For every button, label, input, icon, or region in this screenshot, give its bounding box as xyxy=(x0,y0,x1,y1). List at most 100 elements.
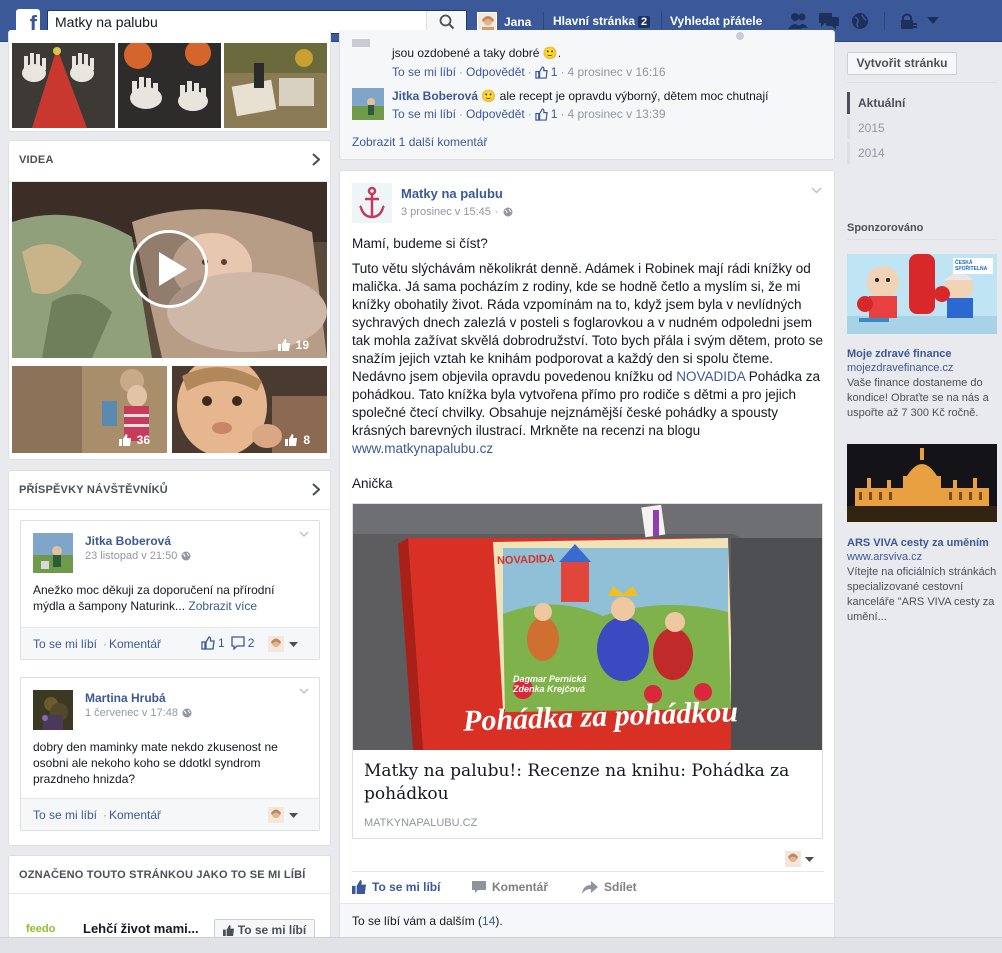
thumbs-up-icon xyxy=(352,880,366,894)
author-name[interactable]: Jitka Boberová xyxy=(85,534,171,548)
comment-date[interactable]: 4 prosinec v 13:39 xyxy=(567,107,665,121)
friend-requests-icon[interactable] xyxy=(787,11,809,31)
viewer-avatar[interactable] xyxy=(268,807,284,823)
post-date[interactable]: 23 listopad v 21:50 xyxy=(85,550,191,562)
comment-date[interactable]: 4 prosinec v 16:16 xyxy=(567,65,665,79)
sponsored-header: Sponzorováno xyxy=(847,222,924,234)
create-page-button[interactable]: Vytvořit stránku xyxy=(847,52,957,75)
post-date[interactable]: 3 prosinec v 15:45 · xyxy=(401,206,513,218)
post-date-text: 1 červenec v 17:48 xyxy=(85,707,178,719)
ad-title[interactable]: ARS VIVA cesty za uměním xyxy=(847,537,989,549)
divider xyxy=(847,239,997,240)
author-avatar[interactable] xyxy=(33,690,73,730)
comment-text: jsou ozdobené a taky dobré 🙂. xyxy=(392,46,562,60)
settings-dropdown-icon[interactable] xyxy=(927,17,939,25)
ad-url[interactable]: www.arsviva.cz xyxy=(847,551,922,563)
timeline-year-2014[interactable]: 2014 xyxy=(847,142,997,164)
video-main-thumbnail[interactable]: 19 xyxy=(12,182,327,358)
chevron-down-icon[interactable] xyxy=(299,688,309,695)
post-date-text: 3 prosinec v 15:45 xyxy=(401,206,491,218)
book-author-label: Dagmar Pernická xyxy=(513,674,587,684)
visitor-post: Martina Hrubá 1 červenec v 17:48 dobry d… xyxy=(20,677,320,831)
post-date[interactable]: 1 červenec v 17:48 xyxy=(85,707,192,719)
photo-handprints-pumpkin[interactable] xyxy=(118,43,221,128)
nav-separator xyxy=(661,12,662,30)
video-thumbnail-1[interactable]: 36 xyxy=(12,366,167,453)
ad-parliament-night-image xyxy=(847,444,997,522)
comment-link[interactable]: Komentář xyxy=(109,808,161,822)
comment-like-count[interactable]: 1 xyxy=(551,65,558,79)
author-avatar[interactable] xyxy=(33,533,73,573)
post-like-button[interactable]: To se mi líbí xyxy=(352,880,440,894)
caret-down-icon[interactable] xyxy=(289,813,298,818)
novadida-link[interactable]: NOVADIDA xyxy=(676,369,745,384)
chevron-right-icon[interactable] xyxy=(312,153,320,166)
video-like-count: 36 xyxy=(118,433,150,447)
post-author[interactable]: Matky na palubu xyxy=(401,186,503,201)
comment-reply-link[interactable]: Odpovědět xyxy=(466,107,525,121)
photo-handprints-tree[interactable] xyxy=(12,43,115,128)
chevron-down-icon[interactable] xyxy=(299,531,309,538)
ad-brand-logo: ČESKÁ SPOŘITELNA xyxy=(953,258,993,274)
photo-crafts-table[interactable] xyxy=(224,43,327,128)
comment-like-link[interactable]: To se mi líbí xyxy=(392,107,456,121)
link-preview-title[interactable]: Matky na palubu!: Recenze na knihu: Pohá… xyxy=(364,760,804,806)
nav-find-friends-link[interactable]: Vyhledat přátele xyxy=(670,14,762,28)
nav-home-label: Hlavní stránka xyxy=(553,14,636,28)
likes-prefix: To se líbí vám a dalším ( xyxy=(352,914,483,928)
blog-link[interactable]: www.matkynapalubu.cz xyxy=(352,441,493,456)
page-avatar[interactable] xyxy=(352,183,392,223)
messages-icon[interactable] xyxy=(818,11,840,31)
commenter-avatar[interactable] xyxy=(352,88,384,120)
thumbs-up-outline-icon xyxy=(535,107,548,121)
post-share-button[interactable]: Sdílet xyxy=(582,880,637,894)
like-comment-counts[interactable]: 1 2 xyxy=(201,636,254,650)
comment-like-link[interactable]: To se mi líbí xyxy=(392,65,456,79)
commenter-avatar[interactable] xyxy=(352,39,370,47)
ad-image[interactable] xyxy=(847,444,997,522)
video-thumbnail-2[interactable]: 8 xyxy=(172,366,327,453)
view-more-comments-link[interactable]: Zobrazit 1 další komentář xyxy=(352,135,487,149)
viewer-avatar[interactable] xyxy=(785,851,801,867)
liked-pages-header: OZNAČENO TOUTO STRÁNKOU JAKO TO SE MI LÍ… xyxy=(19,869,306,881)
post-comment-button[interactable]: Komentář xyxy=(472,880,548,894)
comment-bubble-icon xyxy=(472,880,486,893)
comment-reply-link[interactable]: Odpovědět xyxy=(466,65,525,79)
comment-like-count[interactable]: 1 xyxy=(551,107,558,121)
author-name[interactable]: Martina Hrubá xyxy=(85,691,166,705)
chevron-down-icon[interactable] xyxy=(811,187,822,194)
likes-count-link[interactable]: 14 xyxy=(482,914,495,928)
nav-separator xyxy=(884,12,885,30)
nav-profile-link[interactable]: Jana xyxy=(477,12,531,32)
comment-close-icon[interactable] xyxy=(736,32,744,40)
timeline-year-current[interactable]: Aktuální xyxy=(847,92,997,114)
page-like-label: To se mi líbí xyxy=(237,923,307,937)
play-button[interactable] xyxy=(130,230,208,308)
ad-title[interactable]: Moje zdravé finance xyxy=(847,348,952,360)
see-more-link[interactable]: Zobrazit více xyxy=(188,599,257,613)
separator-dot: · xyxy=(459,65,464,79)
viewer-avatar[interactable] xyxy=(268,636,284,652)
caret-down-icon[interactable] xyxy=(289,642,298,647)
privacy-lock-icon[interactable] xyxy=(898,11,918,31)
caret-down-icon[interactable] xyxy=(805,857,814,862)
notification-badge: 2 xyxy=(638,16,651,28)
timeline-year-2015[interactable]: 2015 xyxy=(847,117,997,139)
link-preview[interactable]: NOVADIDA Dagmar Pernická Zdenka Krejčová… xyxy=(352,503,823,839)
ad-url[interactable]: mojezdravefinance.cz xyxy=(847,362,953,374)
chevron-right-icon[interactable] xyxy=(312,483,320,496)
liked-page-name[interactable]: Lehčí život mami... xyxy=(83,921,199,936)
ad-image[interactable]: ČESKÁ SPOŘITELNA xyxy=(847,254,997,334)
like-link[interactable]: To se mi líbí xyxy=(33,637,97,651)
comment-link[interactable]: Komentář xyxy=(109,637,161,651)
post-likes-summary: To se líbí vám a dalším (14). xyxy=(352,914,503,928)
post-comment-label: Komentář xyxy=(492,880,549,894)
feedo-logo[interactable]: feedo xyxy=(26,923,55,935)
nav-home-link[interactable]: Hlavní stránka 2 xyxy=(553,14,651,28)
link-preview-image[interactable]: NOVADIDA Dagmar Pernická Zdenka Krejčová… xyxy=(353,504,822,750)
notifications-globe-icon[interactable] xyxy=(850,11,870,31)
comment-author[interactable]: Jitka Boberová xyxy=(392,89,478,103)
like-link[interactable]: To se mi líbí xyxy=(33,808,97,822)
separator-dot: · xyxy=(103,637,107,651)
post-text: Anežko moc děkuji za doporučení na příro… xyxy=(33,582,303,614)
